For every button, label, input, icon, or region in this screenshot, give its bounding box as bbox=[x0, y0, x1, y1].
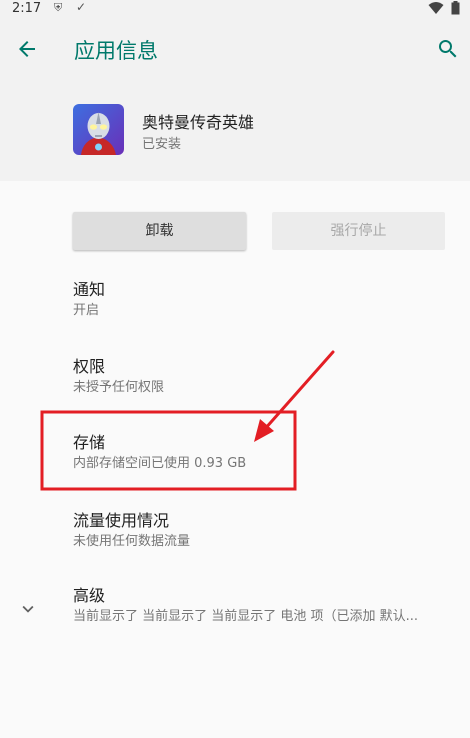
status-right bbox=[428, 1, 460, 16]
status-bar: 2:17 ⛨ ✓ bbox=[0, 0, 470, 17]
app-install-status: 已安装 bbox=[142, 137, 182, 152]
item-title: 存储 bbox=[73, 433, 106, 452]
storage-item[interactable]: 存储 内部存储空间已使用 0.93 GB bbox=[73, 432, 246, 474]
shield-icon: ⛨ bbox=[54, 1, 63, 14]
chevron-down-icon[interactable] bbox=[17, 598, 39, 620]
item-title: 高级 bbox=[73, 586, 106, 605]
notification-item[interactable]: 通知 开启 bbox=[73, 279, 105, 321]
item-subtitle: 未使用任何数据流量 bbox=[73, 534, 191, 549]
item-subtitle: 当前显示了 当前显示了 当前显示了 电池 项（已添加 默认... bbox=[73, 609, 419, 624]
item-title: 权限 bbox=[73, 357, 106, 376]
battery-icon bbox=[451, 1, 460, 15]
page-title: 应用信息 bbox=[74, 39, 158, 63]
annotation-arrow-head bbox=[254, 419, 274, 442]
item-title: 通知 bbox=[73, 280, 106, 299]
app-name: 奥特曼传奇英雄 bbox=[142, 113, 255, 132]
permissions-item[interactable]: 权限 未授予任何权限 bbox=[73, 356, 164, 398]
uninstall-button[interactable]: 卸载 bbox=[73, 212, 246, 250]
check-icon: ✓ bbox=[76, 0, 87, 14]
item-title: 流量使用情况 bbox=[73, 511, 170, 530]
annotation-arrow-line bbox=[262, 350, 335, 432]
force-stop-button[interactable]: 强行停止 bbox=[272, 212, 445, 250]
advanced-item[interactable]: 高级 当前显示了 当前显示了 当前显示了 电池 项（已添加 默认... bbox=[73, 585, 463, 627]
search-icon[interactable] bbox=[436, 37, 460, 61]
app-header: 奥特曼传奇英雄 已安装 bbox=[0, 81, 470, 181]
item-subtitle: 内部存储空间已使用 0.93 GB bbox=[73, 456, 247, 471]
data-usage-item[interactable]: 流量使用情况 未使用任何数据流量 bbox=[73, 510, 190, 552]
back-arrow-icon[interactable] bbox=[15, 37, 39, 61]
item-subtitle: 未授予任何权限 bbox=[73, 380, 165, 395]
status-time: 2:17 bbox=[12, 1, 42, 16]
app-icon bbox=[73, 104, 124, 155]
wifi-icon bbox=[428, 2, 444, 14]
item-subtitle: 开启 bbox=[73, 303, 100, 318]
app-bar: 应用信息 bbox=[0, 17, 470, 81]
